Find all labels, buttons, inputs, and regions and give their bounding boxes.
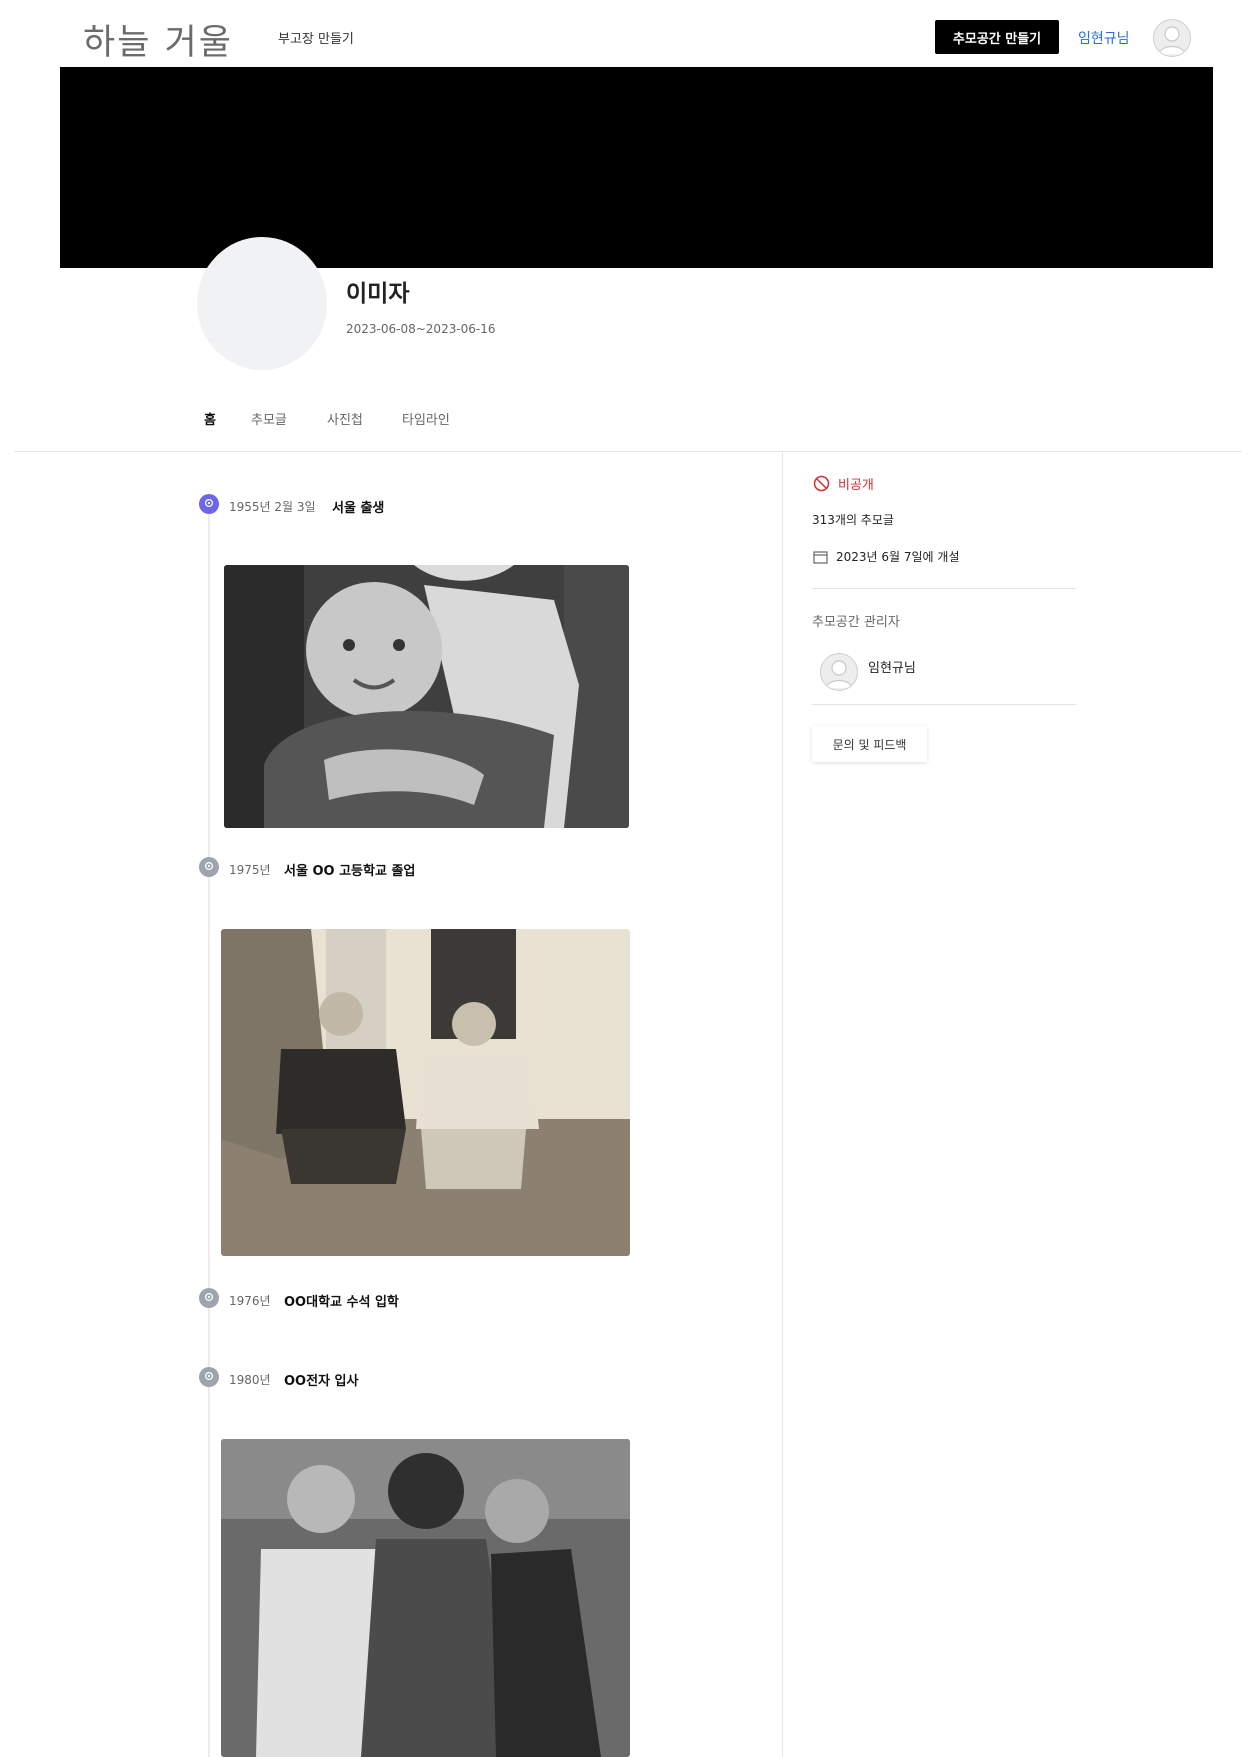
- tab-album[interactable]: 사진첩: [327, 409, 363, 428]
- memorial-dates: 2023-06-08~2023-06-16: [346, 322, 496, 336]
- tab-timeline[interactable]: 타임라인: [402, 409, 450, 428]
- timeline-photo-company[interactable]: [221, 1439, 630, 1757]
- tabs-divider: [14, 451, 1242, 452]
- site-logo[interactable]: 하늘 거울: [83, 14, 233, 65]
- tab-posts[interactable]: 추모글: [251, 409, 287, 428]
- location-pin-icon: [199, 1288, 219, 1308]
- timeline-photo-baby[interactable]: [224, 565, 629, 828]
- sidebar-divider: [812, 704, 1076, 705]
- admin-name[interactable]: 임현규님: [868, 657, 916, 676]
- calendar-icon: [813, 550, 828, 564]
- opened-date: 2023년 6월 7일에 개설: [813, 548, 960, 565]
- timeline-photo-school[interactable]: [221, 929, 630, 1256]
- event-date: 1975년: [229, 863, 271, 877]
- location-pin-icon: [199, 494, 219, 514]
- visibility-status: 비공개: [813, 474, 874, 493]
- event-date: 1980년: [229, 1373, 271, 1387]
- user-menu-name[interactable]: 임현규님: [1078, 28, 1130, 48]
- event-date: 1976년: [229, 1294, 271, 1308]
- block-icon: [813, 475, 830, 492]
- event-title: OO전자 입사: [284, 1374, 359, 1389]
- admin-label: 추모공간 관리자: [812, 615, 900, 630]
- post-count: 313개의 추모글: [812, 513, 894, 527]
- tab-home[interactable]: 홈: [204, 409, 216, 428]
- create-memorial-button[interactable]: 추모공간 만들기: [935, 20, 1059, 54]
- user-avatar[interactable]: [1153, 19, 1191, 57]
- user-avatar-icon: [1158, 26, 1186, 55]
- visibility-label: 비공개: [838, 478, 874, 493]
- content-divider: [782, 452, 783, 1757]
- event-title: OO대학교 수석 입학: [284, 1295, 399, 1310]
- admin-avatar: [820, 653, 858, 691]
- create-obituary-link[interactable]: 부고장 만들기: [278, 28, 354, 47]
- cover-banner: [60, 67, 1213, 268]
- timeline-line: [208, 512, 210, 1757]
- event-title: 서울 출생: [332, 501, 385, 516]
- event-date: 1955년 2월 3일: [229, 500, 316, 514]
- feedback-button[interactable]: 문의 및 피드백: [812, 726, 927, 762]
- sidebar-divider: [812, 588, 1076, 589]
- admin-avatar-icon: [825, 660, 853, 689]
- event-title: 서울 OO 고등학교 졸업: [284, 864, 416, 879]
- deceased-name: 이미자: [346, 281, 410, 307]
- location-pin-icon: [199, 1367, 219, 1387]
- opened-date-text: 2023년 6월 7일에 개설: [836, 550, 960, 564]
- profile-photo: [197, 237, 327, 370]
- location-pin-icon: [199, 857, 219, 877]
